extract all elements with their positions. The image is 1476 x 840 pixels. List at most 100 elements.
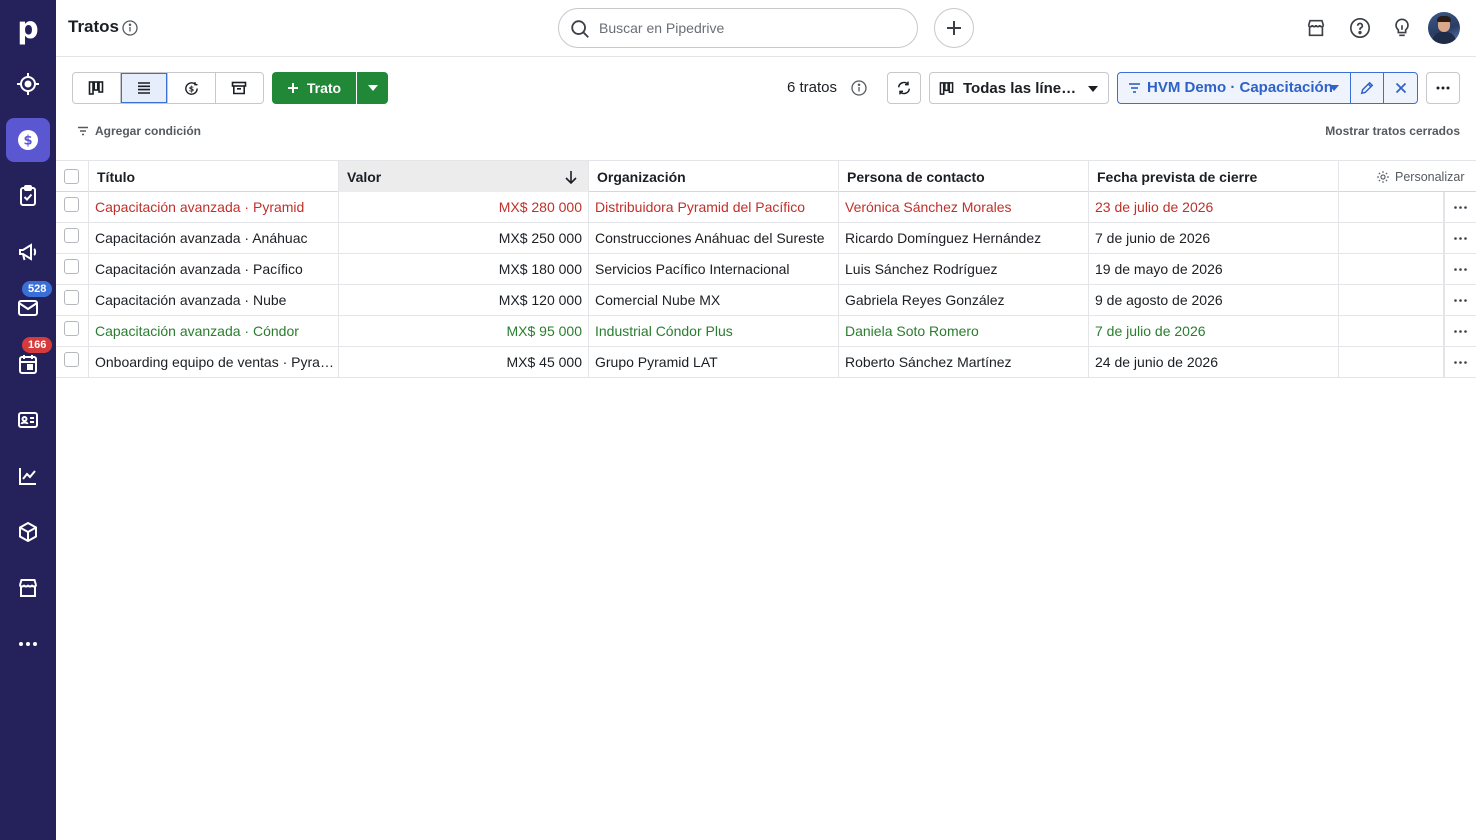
table-row[interactable]: Capacitación avanzada · Anáhuac MX$ 250 0… xyxy=(56,223,1476,254)
row-checkbox[interactable] xyxy=(64,321,79,336)
info-icon[interactable] xyxy=(122,20,138,36)
cell-value[interactable]: MX$ 45 000 xyxy=(339,347,589,377)
cell-value[interactable]: MX$ 120 000 xyxy=(339,285,589,315)
cell-expected-close[interactable]: 19 de mayo de 2026 xyxy=(1089,254,1339,284)
products-box-icon[interactable] xyxy=(6,510,50,554)
cell-value[interactable]: MX$ 180 000 xyxy=(339,254,589,284)
insights-chart-icon[interactable] xyxy=(6,454,50,498)
cell-organization-text: Comercial Nube MX xyxy=(595,292,721,308)
row-checkbox[interactable] xyxy=(64,259,79,274)
filter-select[interactable]: HVM Demo · Capacitación xyxy=(1118,73,1352,103)
cell-value[interactable]: MX$ 280 000 xyxy=(339,192,589,222)
marketplace-store-icon[interactable] xyxy=(1304,16,1328,40)
clear-filter-button[interactable] xyxy=(1384,73,1417,103)
table-row[interactable]: Capacitación avanzada · Pacífico MX$ 180 … xyxy=(56,254,1476,285)
cell-contact-person[interactable]: Ricardo Domínguez Hernández xyxy=(839,223,1089,253)
row-select-cell xyxy=(56,223,89,253)
row-more-actions-button[interactable] xyxy=(1444,316,1476,346)
deals-icon[interactable]: $ xyxy=(6,118,50,162)
cell-value[interactable]: MX$ 250 000 xyxy=(339,223,589,253)
campaigns-megaphone-icon[interactable] xyxy=(6,230,50,274)
cell-expected-close[interactable]: 24 de junio de 2026 xyxy=(1089,347,1339,377)
info-icon[interactable] xyxy=(851,80,867,96)
cell-contact-person[interactable]: Gabriela Reyes González xyxy=(839,285,1089,315)
cell-organization-text: Servicios Pacífico Internacional xyxy=(595,261,790,277)
activities-icon[interactable] xyxy=(6,174,50,218)
cell-title[interactable]: Capacitación avanzada · Nube xyxy=(89,285,339,315)
edit-filter-button[interactable] xyxy=(1351,73,1385,103)
column-header-expected-close[interactable]: Fecha prevista de cierre xyxy=(1089,161,1339,192)
add-deal-button[interactable]: Trato xyxy=(272,72,356,104)
filter-icon xyxy=(78,126,88,136)
cell-title[interactable]: Capacitación avanzada · Pacífico xyxy=(89,254,339,284)
contacts-card-icon[interactable] xyxy=(6,398,50,442)
table-header: Título Valor Organización Persona de con… xyxy=(56,160,1476,192)
marketplace-store-icon[interactable] xyxy=(6,566,50,610)
cell-organization[interactable]: Servicios Pacífico Internacional xyxy=(589,254,839,284)
row-filler-cell xyxy=(1339,192,1444,222)
quick-add-button[interactable] xyxy=(934,8,974,48)
table-row[interactable]: Capacitación avanzada · Nube MX$ 120 000 C… xyxy=(56,285,1476,316)
cell-organization[interactable]: Construcciones Anáhuac del Sureste xyxy=(589,223,839,253)
archive-view-icon[interactable] xyxy=(216,73,263,103)
cell-title[interactable]: Capacitación avanzada · Cóndor xyxy=(89,316,339,346)
row-checkbox[interactable] xyxy=(64,290,79,305)
cell-value[interactable]: MX$ 95 000 xyxy=(339,316,589,346)
search-input[interactable] xyxy=(599,17,899,39)
cell-expected-close[interactable]: 7 de julio de 2026 xyxy=(1089,316,1339,346)
row-more-actions-button[interactable] xyxy=(1444,285,1476,315)
leads-icon[interactable] xyxy=(6,62,50,106)
row-checkbox[interactable] xyxy=(64,228,79,243)
personalize-columns-button[interactable]: Personalizar xyxy=(1376,161,1464,192)
row-checkbox[interactable] xyxy=(64,197,79,212)
row-more-actions-button[interactable] xyxy=(1444,223,1476,253)
cell-expected-close[interactable]: 23 de julio de 2026 xyxy=(1089,192,1339,222)
filter-icon xyxy=(1129,83,1140,93)
cell-organization-text: Distribuidora Pyramid del Pacífico xyxy=(595,199,806,215)
show-closed-deals-link[interactable]: Mostrar tratos cerrados xyxy=(1325,124,1460,138)
cell-title[interactable]: Capacitación avanzada · Pyramid xyxy=(89,192,339,222)
row-checkbox[interactable] xyxy=(64,352,79,367)
cell-value-text: MX$ 180 000 xyxy=(498,261,582,277)
row-more-actions-button[interactable] xyxy=(1444,347,1476,377)
column-header-organization[interactable]: Organización xyxy=(589,161,839,192)
search-box[interactable] xyxy=(558,8,918,48)
cell-title[interactable]: Capacitación avanzada · Anáhuac xyxy=(89,223,339,253)
cell-contact-person[interactable]: Verónica Sánchez Morales xyxy=(839,192,1089,222)
user-avatar[interactable] xyxy=(1428,12,1460,44)
row-more-actions-button[interactable] xyxy=(1444,192,1476,222)
cell-contact-person[interactable]: Daniela Soto Romero xyxy=(839,316,1089,346)
cell-organization[interactable]: Grupo Pyramid LAT xyxy=(589,347,839,377)
table-row[interactable]: Onboarding equipo de ventas · Pyramid MX$… xyxy=(56,347,1476,378)
cell-title[interactable]: Onboarding equipo de ventas · Pyramid xyxy=(89,347,339,377)
table-row[interactable]: Capacitación avanzada · Cóndor MX$ 95 000… xyxy=(56,316,1476,347)
help-icon[interactable] xyxy=(1348,16,1372,40)
column-header-value[interactable]: Valor xyxy=(339,161,589,192)
lightbulb-icon[interactable] xyxy=(1390,16,1414,40)
pipeline-icon xyxy=(939,82,954,95)
pipeline-view-icon[interactable] xyxy=(73,73,121,103)
more-actions-button[interactable] xyxy=(1426,72,1460,104)
cell-contact-person-text: Roberto Sánchez Martínez xyxy=(845,354,1012,370)
table-row[interactable]: Capacitación avanzada · Pyramid MX$ 280 0… xyxy=(56,192,1476,223)
more-horizontal-icon[interactable] xyxy=(6,622,50,666)
cell-contact-person[interactable]: Roberto Sánchez Martínez xyxy=(839,347,1089,377)
forecast-view-icon[interactable]: $ xyxy=(168,73,216,103)
calendar-badge: 166 xyxy=(22,337,53,353)
add-condition-button[interactable]: Agregar condición xyxy=(77,124,201,138)
cell-expected-close[interactable]: 7 de junio de 2026 xyxy=(1089,223,1339,253)
cell-organization[interactable]: Industrial Cóndor Plus xyxy=(589,316,839,346)
cell-expected-close[interactable]: 9 de agosto de 2026 xyxy=(1089,285,1339,315)
cell-organization[interactable]: Distribuidora Pyramid del Pacífico xyxy=(589,192,839,222)
row-more-actions-button[interactable] xyxy=(1444,254,1476,284)
column-header-title[interactable]: Título xyxy=(89,161,339,192)
select-all-checkbox[interactable] xyxy=(64,169,79,184)
cell-organization[interactable]: Comercial Nube MX xyxy=(589,285,839,315)
cell-contact-person[interactable]: Luis Sánchez Rodríguez xyxy=(839,254,1089,284)
column-header-contact-person[interactable]: Persona de contacto xyxy=(839,161,1089,192)
pipedrive-logo[interactable]: p xyxy=(14,11,42,46)
list-view-icon[interactable] xyxy=(120,73,168,103)
add-deal-dropdown-button[interactable] xyxy=(357,72,388,104)
pipeline-select[interactable]: Todas las líneas de embudo xyxy=(929,72,1109,104)
refresh-button[interactable] xyxy=(887,72,921,104)
